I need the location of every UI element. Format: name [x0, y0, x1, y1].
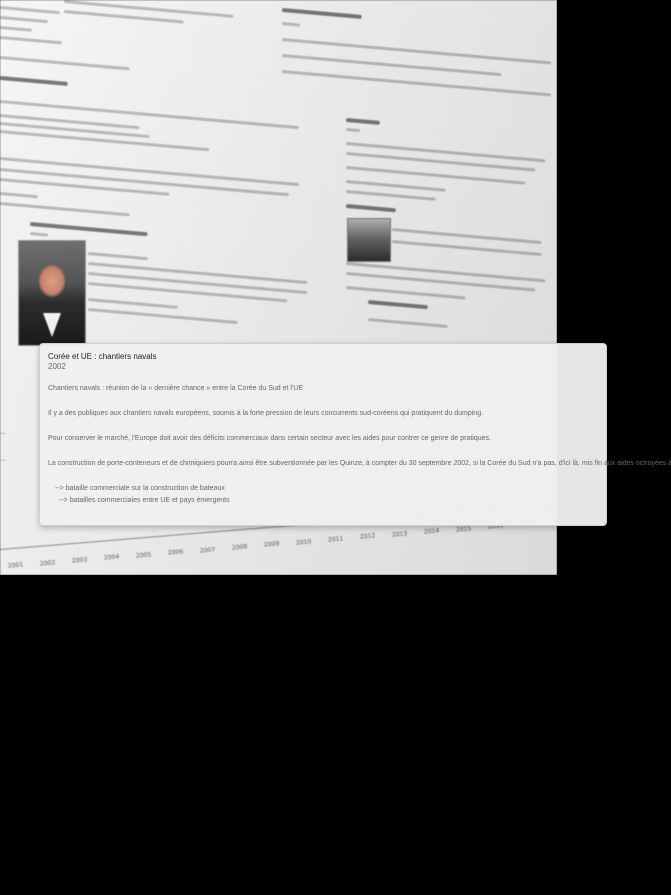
timeline-year-label[interactable]: 2002 [40, 559, 56, 567]
timeline-year-label[interactable]: 2003 [72, 556, 88, 564]
timeline-year-label[interactable]: 2005 [136, 551, 152, 559]
card-paragraph: Il y a des publiques aux chantiers naval… [48, 410, 484, 417]
timeline-year-label[interactable]: 2012 [360, 533, 376, 541]
blurred-text [0, 6, 60, 15]
blurred-text [345, 142, 546, 163]
timeline-year-label[interactable]: 2010 [296, 538, 312, 546]
card-date: 2002 [48, 362, 66, 371]
event-detail-card[interactable]: Corée et UE : chantiers navals 2002 Chan… [39, 343, 671, 526]
blurred-heading [345, 204, 396, 213]
blurred-text [345, 262, 546, 283]
timeline-year-label[interactable]: 2001 [8, 562, 24, 570]
blurred-text [87, 308, 238, 325]
blurred-text [281, 22, 301, 27]
blurred-heading [345, 118, 381, 125]
blurred-text [345, 128, 361, 133]
blurred-heading [0, 76, 68, 86]
blurred-text [0, 100, 299, 130]
blurred-text [367, 318, 448, 328]
timeline-year-label[interactable]: 2013 [392, 530, 408, 538]
card-title: Corée et UE : chantiers navals [48, 352, 157, 361]
screen: — — 2001 2002 2003 2004 2005 2006 2007 2008 2009… [0, 0, 671, 895]
timeline-year-label[interactable]: 2004 [104, 554, 120, 562]
margin-mark: — [0, 430, 6, 437]
blurred-heading [367, 300, 428, 310]
card-links: --> bataille commerciale sur la construc… [48, 483, 598, 507]
event-thumbnail-image[interactable] [347, 218, 391, 262]
blurred-text [281, 70, 552, 97]
timeline-year-label[interactable]: 2008 [232, 543, 248, 551]
timeline-year-label[interactable]: 2015 [456, 525, 472, 533]
timeline-year-label[interactable]: 2009 [264, 541, 280, 549]
timeline-year-label[interactable]: 2006 [168, 549, 184, 557]
blurred-heading [281, 8, 362, 19]
blurred-text [0, 202, 130, 217]
blurred-text [87, 252, 148, 261]
blurred-text [0, 36, 62, 45]
blurred-text [345, 180, 446, 192]
timeline-year-label[interactable]: 2014 [424, 528, 440, 536]
margin-mark: — [0, 457, 6, 464]
left-margin-marks: — — [0, 430, 6, 464]
timeline-axis[interactable]: 2001 2002 2003 2004 2005 2006 2007 2008 2009 2010… [0, 503, 557, 575]
portrait-collar [43, 313, 61, 337]
card-paragraph: Chantiers navals : réunion de la « derni… [48, 385, 304, 392]
blurred-text [0, 16, 48, 24]
blurred-text [391, 240, 542, 257]
blurred-text [0, 26, 33, 32]
blurred-text [29, 232, 49, 237]
blurred-text [87, 282, 288, 303]
blurred-text [0, 56, 130, 71]
blurred-text [87, 298, 178, 309]
blurred-text [0, 192, 38, 199]
card-paragraph: La construction de porte-conteneurs et d… [48, 460, 671, 467]
portrait-image[interactable] [18, 240, 86, 346]
blurred-text [345, 286, 466, 300]
card-paragraph: Pour conserver le marché, l'Europe doit … [48, 435, 491, 442]
blurred-text [345, 190, 436, 201]
timeline-year-label[interactable]: 2007 [200, 546, 216, 554]
card-link[interactable]: --> bataille commerciale sur la construc… [48, 483, 598, 495]
blurred-text [63, 10, 184, 24]
card-link[interactable]: --> batailles commerciales entre UE et p… [48, 495, 598, 507]
timeline-year-label[interactable]: 2011 [328, 535, 344, 543]
